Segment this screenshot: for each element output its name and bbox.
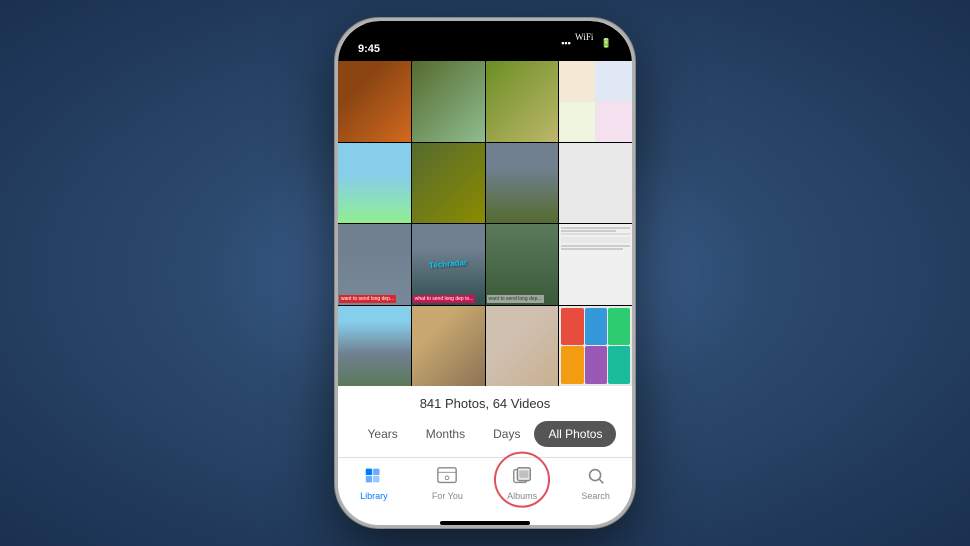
photo-overlay: want to send long dep... bbox=[339, 295, 396, 303]
photo-overlay-3: want to send long dep... bbox=[487, 295, 544, 303]
status-icons: ▪▪▪ WiFi 🔋 bbox=[561, 31, 612, 55]
dynamic-island bbox=[440, 31, 530, 57]
photo-cell[interactable] bbox=[559, 61, 632, 142]
nav-item-library[interactable]: Library bbox=[360, 464, 388, 501]
photo-grid-area: want to send long dep... Techradar what … bbox=[338, 61, 632, 386]
photo-cell[interactable] bbox=[486, 61, 559, 142]
nav-item-for-you[interactable]: For You bbox=[432, 464, 463, 501]
bottom-nav: Library For You bbox=[338, 457, 632, 517]
photo-cell[interactable] bbox=[412, 61, 485, 142]
photo-cell[interactable] bbox=[486, 143, 559, 224]
photo-cell[interactable]: want to send long dep... bbox=[338, 224, 411, 305]
photo-cell[interactable]: want to send long dep... bbox=[486, 224, 559, 305]
search-label: Search bbox=[581, 491, 610, 501]
photo-cell[interactable] bbox=[412, 306, 485, 387]
albums-icon bbox=[510, 464, 534, 488]
photo-cell[interactable] bbox=[559, 306, 632, 387]
search-icon bbox=[584, 464, 608, 488]
photo-cell[interactable] bbox=[559, 143, 632, 224]
svg-text:WiFi: WiFi bbox=[575, 32, 594, 42]
photo-grid: want to send long dep... Techradar what … bbox=[338, 61, 632, 386]
status-time-left: 9:45 bbox=[358, 43, 380, 55]
view-selector: Years Months Days All Photos bbox=[350, 421, 620, 447]
nav-item-search[interactable]: Search bbox=[581, 464, 610, 501]
photo-cell[interactable] bbox=[559, 224, 632, 305]
albums-label: Albums bbox=[507, 491, 537, 501]
phone-mockup: 9:45 ▪▪▪ WiFi 🔋 bbox=[330, 13, 640, 533]
tab-months[interactable]: Months bbox=[412, 421, 479, 447]
photo-cell[interactable] bbox=[338, 306, 411, 387]
photo-cell[interactable]: Techradar what to send long dep to... bbox=[412, 224, 485, 305]
screen: 9:45 ▪▪▪ WiFi 🔋 bbox=[338, 21, 632, 525]
photo-count: 841 Photos, 64 Videos bbox=[338, 396, 632, 411]
phone-frame: 9:45 ▪▪▪ WiFi 🔋 bbox=[335, 18, 635, 528]
battery-icon: 🔋 bbox=[601, 38, 612, 49]
home-indicator bbox=[440, 521, 530, 525]
wifi-icon: WiFi bbox=[575, 31, 597, 55]
for-you-label: For You bbox=[432, 491, 463, 501]
photo-overlay-2: what to send long dep to... bbox=[413, 295, 476, 303]
for-you-icon bbox=[435, 464, 459, 488]
library-icon bbox=[362, 464, 386, 488]
library-label: Library bbox=[360, 491, 388, 501]
photo-cell[interactable] bbox=[338, 143, 411, 224]
nav-item-albums[interactable]: Albums bbox=[507, 464, 537, 501]
techradar-watermark: Techradar bbox=[429, 258, 468, 270]
signal-icon: ▪▪▪ bbox=[561, 38, 571, 48]
tab-all-photos[interactable]: All Photos bbox=[534, 421, 616, 447]
photo-cell[interactable] bbox=[486, 306, 559, 387]
tab-years[interactable]: Years bbox=[354, 421, 412, 447]
photo-cell[interactable] bbox=[412, 143, 485, 224]
bottom-area: 841 Photos, 64 Videos Years Months Days … bbox=[338, 386, 632, 525]
tab-days[interactable]: Days bbox=[479, 421, 534, 447]
photo-cell[interactable] bbox=[338, 61, 411, 142]
